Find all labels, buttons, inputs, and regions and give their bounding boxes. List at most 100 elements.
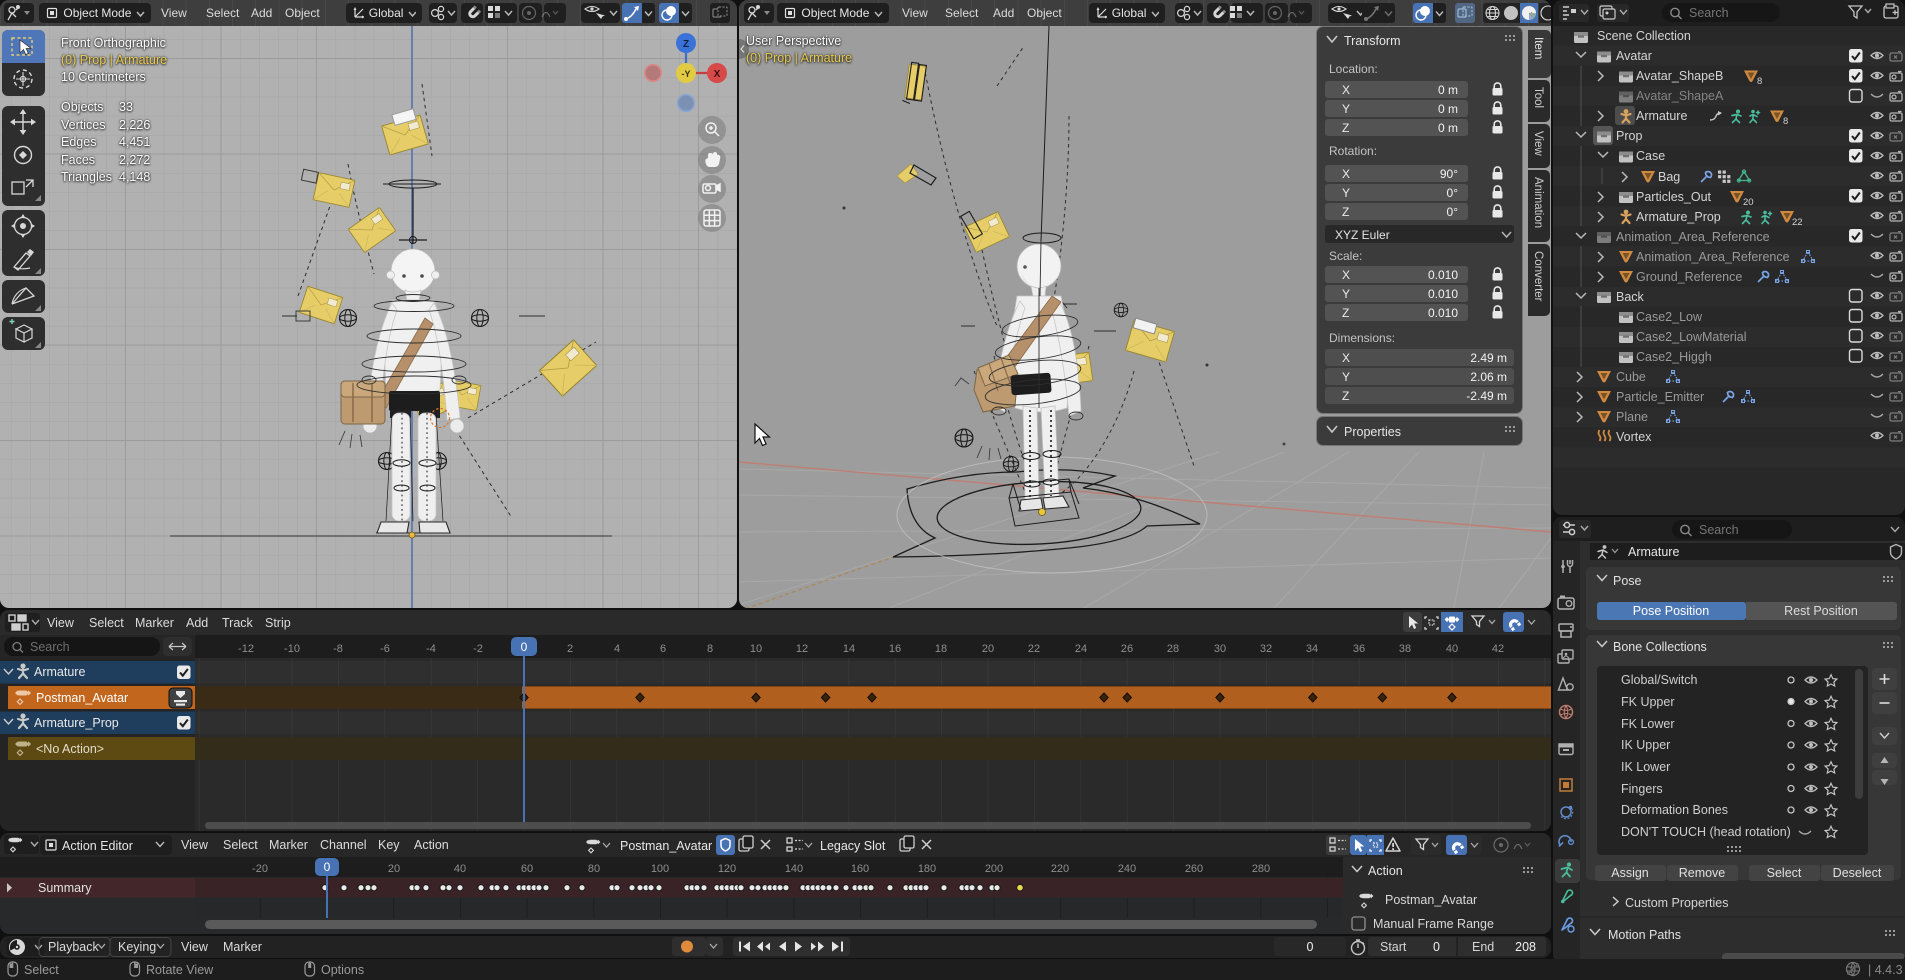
svg-text:-6: -6 xyxy=(380,643,390,655)
svg-text:20: 20 xyxy=(982,643,994,655)
svg-text:<No Action>: <No Action> xyxy=(36,742,104,756)
svg-text:0.010: 0.010 xyxy=(1428,268,1458,282)
svg-text:40: 40 xyxy=(454,863,466,875)
svg-text:Case2_Low: Case2_Low xyxy=(1636,310,1703,324)
svg-text:Z: Z xyxy=(1342,389,1349,403)
svg-text:220: 220 xyxy=(1051,863,1069,875)
svg-text:20: 20 xyxy=(1743,197,1754,208)
svg-text:Select: Select xyxy=(1767,866,1802,880)
svg-text:Ground_Reference: Ground_Reference xyxy=(1636,270,1742,284)
svg-text:22: 22 xyxy=(1792,217,1803,228)
svg-text:X: X xyxy=(714,69,721,80)
svg-text:View: View xyxy=(47,616,75,630)
svg-text:X: X xyxy=(1342,351,1350,365)
svg-text:208: 208 xyxy=(1515,940,1536,954)
svg-text:Strip: Strip xyxy=(265,616,291,630)
svg-text:View: View xyxy=(181,940,209,954)
svg-text:60: 60 xyxy=(521,863,533,875)
svg-text:Track: Track xyxy=(222,616,254,630)
svg-text:Manual Frame Range: Manual Frame Range xyxy=(1373,917,1494,931)
svg-text:IK Lower: IK Lower xyxy=(1621,760,1670,774)
svg-text:Channel: Channel xyxy=(320,838,367,852)
svg-text:Properties: Properties xyxy=(1344,425,1401,439)
svg-text:10: 10 xyxy=(750,643,762,655)
svg-text:Deformation Bones: Deformation Bones xyxy=(1621,803,1728,817)
svg-text:Postman_Avatar: Postman_Avatar xyxy=(620,839,712,853)
svg-text:Avatar_ShapeA: Avatar_ShapeA xyxy=(1636,89,1724,103)
svg-text:Z: Z xyxy=(1342,121,1349,135)
svg-text:Particles_Out: Particles_Out xyxy=(1636,190,1712,204)
svg-text:Y: Y xyxy=(1342,370,1350,384)
svg-text:Case: Case xyxy=(1636,149,1665,163)
svg-text:Scene Collection: Scene Collection xyxy=(1597,29,1691,43)
svg-text:2.06 m: 2.06 m xyxy=(1470,370,1507,384)
svg-text:26: 26 xyxy=(1121,643,1133,655)
svg-text:| 4.4.3: | 4.4.3 xyxy=(1868,963,1903,977)
svg-text:Armature_Prop: Armature_Prop xyxy=(34,716,119,730)
svg-text:Select: Select xyxy=(223,838,258,852)
svg-text:34: 34 xyxy=(1306,643,1318,655)
svg-text:16: 16 xyxy=(889,643,901,655)
svg-text:Motion Paths: Motion Paths xyxy=(1608,928,1681,942)
svg-text:4: 4 xyxy=(614,643,620,655)
svg-text:0: 0 xyxy=(521,640,528,654)
svg-text:24: 24 xyxy=(1075,643,1087,655)
svg-text:-12: -12 xyxy=(238,643,254,655)
svg-text:Legacy Slot: Legacy Slot xyxy=(820,839,886,853)
svg-text:8: 8 xyxy=(1783,116,1788,127)
svg-text:Global/Switch: Global/Switch xyxy=(1621,673,1697,687)
svg-text:Postman_Avatar: Postman_Avatar xyxy=(1385,893,1477,907)
svg-text:100: 100 xyxy=(651,863,669,875)
svg-text:-20: -20 xyxy=(252,863,268,875)
svg-text:0 m: 0 m xyxy=(1438,102,1458,116)
svg-text:160: 160 xyxy=(851,863,869,875)
svg-text:Pose: Pose xyxy=(1613,574,1642,588)
svg-text:Y: Y xyxy=(1342,287,1350,301)
svg-text:-8: -8 xyxy=(333,643,343,655)
svg-text:Armature: Armature xyxy=(1636,109,1687,123)
svg-text:80: 80 xyxy=(588,863,600,875)
svg-text:Armature: Armature xyxy=(34,665,85,679)
svg-text:X: X xyxy=(1342,83,1350,97)
svg-text:-Y: -Y xyxy=(682,69,691,79)
svg-text:Armature: Armature xyxy=(1628,545,1679,559)
svg-text:180: 180 xyxy=(918,863,936,875)
svg-text:Deselect: Deselect xyxy=(1833,866,1882,880)
svg-text:140: 140 xyxy=(785,863,803,875)
svg-text:Z: Z xyxy=(1342,205,1349,219)
svg-text:0 m: 0 m xyxy=(1438,83,1458,97)
svg-text:2.49 m: 2.49 m xyxy=(1470,351,1507,365)
svg-text:Vortex: Vortex xyxy=(1616,430,1652,444)
svg-text:90°: 90° xyxy=(1440,167,1458,181)
svg-text:0 m: 0 m xyxy=(1438,121,1458,135)
svg-text:Bone Collections: Bone Collections xyxy=(1613,640,1707,654)
svg-text:22: 22 xyxy=(1028,643,1040,655)
svg-text:Postman_Avatar: Postman_Avatar xyxy=(36,691,128,705)
svg-text:X: X xyxy=(1342,167,1350,181)
svg-text:Plane: Plane xyxy=(1616,410,1648,424)
svg-text:Add: Add xyxy=(186,616,208,630)
svg-text:14: 14 xyxy=(843,643,855,655)
svg-text:Avatar_ShapeB: Avatar_ShapeB xyxy=(1636,69,1723,83)
svg-text:Pose Position: Pose Position xyxy=(1633,604,1709,618)
svg-text:View: View xyxy=(181,838,209,852)
svg-text:Marker: Marker xyxy=(223,940,262,954)
svg-text:Action Editor: Action Editor xyxy=(62,839,133,853)
svg-text:Rotation:: Rotation: xyxy=(1329,144,1377,158)
svg-text:DON'T TOUCH (head rotation): DON'T TOUCH (head rotation) xyxy=(1621,825,1791,839)
svg-text:0.010: 0.010 xyxy=(1428,287,1458,301)
svg-text:Case2_LowMaterial: Case2_LowMaterial xyxy=(1636,330,1746,344)
svg-text:Z: Z xyxy=(1342,306,1349,320)
svg-text:12: 12 xyxy=(796,643,808,655)
svg-text:Search: Search xyxy=(30,640,70,654)
svg-text:FK Lower: FK Lower xyxy=(1621,717,1675,731)
svg-text:Rest Position: Rest Position xyxy=(1784,604,1858,618)
svg-text:42: 42 xyxy=(1492,643,1504,655)
svg-text:Animation_Area_Reference: Animation_Area_Reference xyxy=(1636,250,1790,264)
svg-text:Search: Search xyxy=(1699,523,1739,537)
svg-text:Marker: Marker xyxy=(135,616,174,630)
svg-text:-2: -2 xyxy=(473,643,483,655)
svg-text:Y: Y xyxy=(1342,102,1350,116)
svg-text:Z: Z xyxy=(683,39,689,50)
svg-text:Search: Search xyxy=(1689,6,1729,20)
